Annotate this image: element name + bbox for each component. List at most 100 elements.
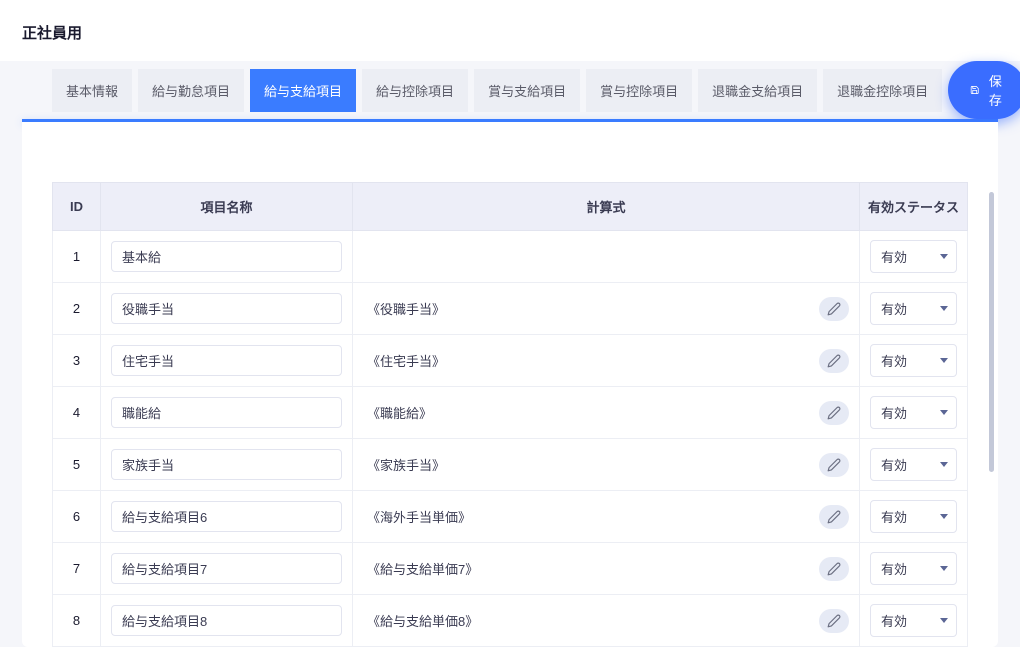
item-name-input[interactable] — [111, 293, 342, 324]
edit-formula-button[interactable] — [819, 297, 849, 321]
cell-id: 6 — [53, 491, 101, 543]
chevron-down-icon — [940, 618, 948, 623]
cell-id: 4 — [53, 387, 101, 439]
item-name-input[interactable] — [111, 449, 342, 480]
cell-id: 7 — [53, 543, 101, 595]
table-row: 5《家族手当》有効 — [53, 439, 968, 491]
cell-formula: 《給与支給単価8》 — [353, 595, 860, 647]
table-panel: ID 項目名称 計算式 有効ステータス 1有効2《役職手当》有効3《住宅手当》有… — [22, 122, 998, 647]
cell-formula: 《海外手当単価》 — [353, 491, 860, 543]
status-select[interactable]: 有効 — [870, 396, 957, 429]
edit-formula-button[interactable] — [819, 453, 849, 477]
table-row: 6 《海外手当単価》 有効 — [53, 491, 968, 543]
payroll-items-table: ID 項目名称 計算式 有効ステータス 1有効2《役職手当》有効3《住宅手当》有… — [52, 182, 968, 647]
cell-status: 有効 — [860, 283, 968, 335]
status-select[interactable]: 有効 — [870, 240, 957, 273]
cell-status: 有効 — [860, 439, 968, 491]
cell-formula: 《家族手当》 — [353, 439, 860, 491]
cell-status: 有効 — [860, 231, 968, 283]
cell-status: 有効 — [860, 387, 968, 439]
formula-text: 《職能給》 — [363, 403, 811, 422]
cell-name — [101, 283, 353, 335]
chevron-down-icon — [940, 254, 948, 259]
item-name-input[interactable] — [111, 397, 342, 428]
cell-status: 有効 — [860, 335, 968, 387]
status-value: 有効 — [881, 559, 907, 578]
status-select[interactable]: 有効 — [870, 552, 957, 585]
status-value: 有効 — [881, 299, 907, 318]
tab-7[interactable]: 退職金控除項目 — [823, 69, 942, 112]
table-row: 7 《給与支給単価7》 有効 — [53, 543, 968, 595]
cell-id: 3 — [53, 335, 101, 387]
cell-formula: 《役職手当》 — [353, 283, 860, 335]
pencil-icon — [827, 562, 841, 576]
th-name: 項目名称 — [101, 183, 353, 231]
table-row: 4 《職能給》 有効 — [53, 387, 968, 439]
item-name-input[interactable] — [111, 501, 342, 532]
chevron-down-icon — [940, 306, 948, 311]
cell-id: 2 — [53, 283, 101, 335]
item-name-input[interactable] — [111, 605, 342, 636]
status-select[interactable]: 有効 — [870, 500, 957, 533]
status-value: 有効 — [881, 507, 907, 526]
formula-text: 《住宅手当》 — [363, 351, 811, 370]
cell-formula: 《職能給》 — [353, 387, 860, 439]
formula-text: 《給与支給単価7》 — [363, 559, 811, 578]
formula-text: 《海外手当単価》 — [363, 507, 811, 526]
tab-2[interactable]: 給与支給項目 — [250, 69, 356, 112]
pencil-icon — [827, 614, 841, 628]
tab-6[interactable]: 退職金支給項目 — [698, 69, 817, 112]
status-value: 有効 — [881, 351, 907, 370]
status-value: 有効 — [881, 611, 907, 630]
cell-name — [101, 543, 353, 595]
chevron-down-icon — [940, 566, 948, 571]
edit-formula-button[interactable] — [819, 505, 849, 529]
save-icon — [970, 83, 979, 97]
table-row: 3 《住宅手当》 有効 — [53, 335, 968, 387]
tab-0[interactable]: 基本情報 — [52, 69, 132, 112]
cell-name — [101, 491, 353, 543]
item-name-input[interactable] — [111, 241, 342, 272]
cell-status: 有効 — [860, 543, 968, 595]
tab-1[interactable]: 給与勤怠項目 — [138, 69, 244, 112]
status-select[interactable]: 有効 — [870, 604, 957, 637]
th-formula: 計算式 — [353, 183, 860, 231]
cell-status: 有効 — [860, 595, 968, 647]
th-status: 有効ステータス — [860, 183, 968, 231]
status-value: 有効 — [881, 455, 907, 474]
status-value: 有効 — [881, 247, 907, 266]
cell-formula — [353, 231, 860, 283]
chevron-down-icon — [940, 462, 948, 467]
edit-formula-button[interactable] — [819, 401, 849, 425]
save-button[interactable]: 保存 — [948, 61, 1020, 119]
chevron-down-icon — [940, 358, 948, 363]
status-value: 有効 — [881, 403, 907, 422]
tab-5[interactable]: 賞与控除項目 — [586, 69, 692, 112]
cell-id: 8 — [53, 595, 101, 647]
tab-4[interactable]: 賞与支給項目 — [474, 69, 580, 112]
status-select[interactable]: 有効 — [870, 292, 957, 325]
pencil-icon — [827, 302, 841, 316]
edit-formula-button[interactable] — [819, 609, 849, 633]
item-name-input[interactable] — [111, 345, 342, 376]
cell-name — [101, 231, 353, 283]
formula-text: 《役職手当》 — [363, 299, 811, 318]
status-select[interactable]: 有効 — [870, 344, 957, 377]
chevron-down-icon — [940, 410, 948, 415]
formula-text: 《家族手当》 — [363, 455, 811, 474]
table-row: 8 《給与支給単価8》 有効 — [53, 595, 968, 647]
page-title: 正社員用 — [0, 0, 1020, 61]
tabs-row: 基本情報給与勤怠項目給与支給項目給与控除項目賞与支給項目賞与控除項目退職金支給項… — [22, 61, 998, 119]
tab-3[interactable]: 給与控除項目 — [362, 69, 468, 112]
cell-id: 1 — [53, 231, 101, 283]
item-name-input[interactable] — [111, 553, 342, 584]
status-select[interactable]: 有効 — [870, 448, 957, 481]
table-row: 2 《役職手当》 有効 — [53, 283, 968, 335]
cell-name — [101, 439, 353, 491]
cell-name — [101, 387, 353, 439]
pencil-icon — [827, 406, 841, 420]
pencil-icon — [827, 510, 841, 524]
edit-formula-button[interactable] — [819, 557, 849, 581]
scrollbar[interactable] — [989, 192, 994, 472]
edit-formula-button[interactable] — [819, 349, 849, 373]
